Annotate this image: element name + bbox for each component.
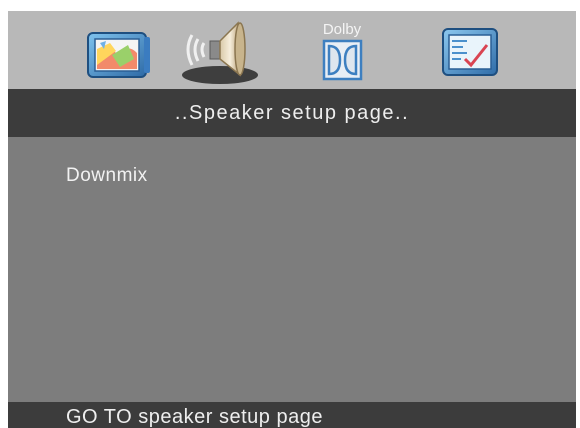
checklist-icon <box>442 28 498 76</box>
setup-menu: Dolby ..Speaker setup page.. Downmix GO … <box>8 11 576 428</box>
page-title: ..Speaker setup page.. <box>8 89 576 137</box>
speaker-icon <box>182 21 258 84</box>
tab-preference-setup[interactable] <box>425 15 509 87</box>
tab-speaker-setup[interactable] <box>174 15 258 87</box>
menu-panel: Downmix <box>8 137 576 402</box>
setup-tab-bar: Dolby <box>8 11 576 89</box>
dolby-logo-icon: Dolby <box>322 21 363 81</box>
tab-general-setup[interactable] <box>76 15 160 87</box>
tv-screen-icon <box>87 32 150 78</box>
menu-item-downmix[interactable]: Downmix <box>66 165 148 187</box>
status-bar: GO TO speaker setup page <box>8 402 576 428</box>
tab-dolby-setup[interactable]: Dolby <box>300 15 384 87</box>
dolby-label: Dolby <box>323 21 362 38</box>
